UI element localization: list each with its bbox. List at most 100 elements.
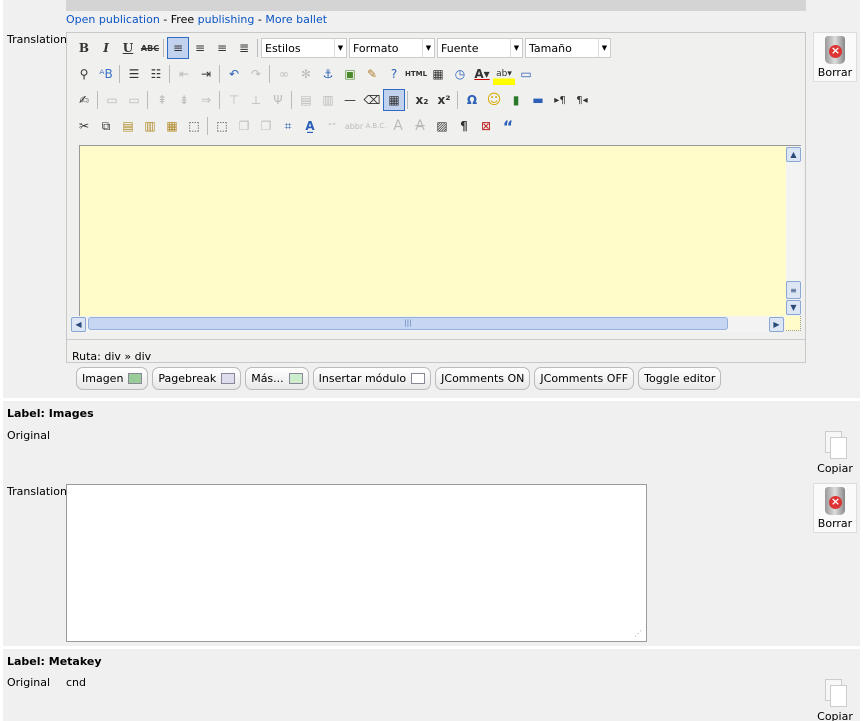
text-color-icon[interactable]: A▾ bbox=[471, 63, 493, 85]
image-button[interactable]: Imagen bbox=[76, 367, 149, 390]
copy-icon[interactable]: ⧉ bbox=[95, 115, 117, 137]
cite-icon[interactable]: “” bbox=[321, 115, 343, 137]
font-select[interactable]: Fuente ▼ bbox=[437, 38, 523, 58]
cleanup-icon[interactable]: ✎ bbox=[361, 63, 383, 85]
layer-props-icon[interactable]: ▭ bbox=[123, 89, 145, 111]
special-char-button[interactable]: Ω bbox=[461, 89, 483, 111]
acronym-icon[interactable]: A.B.C. bbox=[365, 115, 387, 137]
link-icon[interactable]: ∞ bbox=[273, 63, 295, 85]
readmore-button[interactable]: Más... bbox=[245, 367, 309, 390]
insert-module-button[interactable]: Insertar módulo bbox=[312, 367, 432, 390]
nonbreaking-icon[interactable]: ▬ bbox=[527, 89, 549, 111]
align-right-button[interactable]: ≡ bbox=[211, 37, 233, 59]
time-icon[interactable]: ◷ bbox=[449, 63, 471, 85]
strikethrough-button[interactable]: ABC bbox=[139, 37, 161, 59]
indent-icon[interactable]: ⇥ bbox=[195, 63, 217, 85]
resize-grip-icon[interactable]: ⋰ bbox=[634, 629, 644, 639]
attributes-icon[interactable]: ▨ bbox=[431, 115, 453, 137]
cell-props-icon[interactable]: ▥ bbox=[317, 89, 339, 111]
horizontal-scrollbar[interactable]: ◀ ||| ▶ bbox=[71, 316, 785, 332]
find-icon[interactable]: ⚲ bbox=[73, 63, 95, 85]
size-select[interactable]: Tamaño ▼ bbox=[525, 38, 611, 58]
table-icon[interactable]: ▦ bbox=[383, 89, 405, 111]
jcomments-off-button[interactable]: JComments OFF bbox=[534, 367, 635, 390]
link-more-ballet[interactable]: More ballet bbox=[265, 13, 327, 26]
delete-images-button[interactable]: Borrar bbox=[813, 483, 857, 533]
horizontal-rule-icon[interactable]: — bbox=[339, 89, 361, 111]
unlink-icon[interactable]: ✻ bbox=[295, 63, 317, 85]
move-backward-icon[interactable]: ⇟ bbox=[173, 89, 195, 111]
insert-div-icon[interactable]: ❐ bbox=[233, 115, 255, 137]
horizontal-scroll-thumb[interactable]: ||| bbox=[88, 317, 728, 330]
visual-aid-icon[interactable]: ⬚ bbox=[211, 115, 233, 137]
styles-select[interactable]: Estilos ▼ bbox=[261, 38, 347, 58]
scroll-up-icon[interactable]: ▲ bbox=[786, 147, 801, 162]
insertion-icon[interactable]: A bbox=[387, 115, 409, 137]
original-preview-bar bbox=[66, 0, 806, 11]
absolute-icon[interactable]: ⇒ bbox=[195, 89, 217, 111]
edit-css-icon[interactable]: ✍ bbox=[73, 89, 95, 111]
deletion-icon[interactable]: A bbox=[409, 115, 431, 137]
abbr-icon[interactable]: abbr bbox=[343, 115, 365, 137]
show-blocks-button[interactable]: ¶ bbox=[453, 115, 475, 137]
style-props-icon[interactable]: ❐ bbox=[255, 115, 277, 137]
table-props-icon[interactable]: ▤ bbox=[295, 89, 317, 111]
rtl-icon[interactable]: ¶◂ bbox=[571, 89, 593, 111]
undo-icon[interactable]: ↶ bbox=[223, 63, 245, 85]
redo-icon[interactable]: ↷ bbox=[245, 63, 267, 85]
replace-icon[interactable]: ᴬB bbox=[95, 63, 117, 85]
align-justify-button[interactable]: ≣ bbox=[233, 37, 255, 59]
align-left-button[interactable]: ≡ bbox=[167, 37, 189, 59]
insert-row-before-icon[interactable]: ⊤ bbox=[223, 89, 245, 111]
superscript-button[interactable]: x² bbox=[433, 89, 455, 111]
link-open-publication[interactable]: Open publication bbox=[66, 13, 160, 26]
scroll-thumb[interactable]: ≡ bbox=[786, 281, 801, 299]
jcomments-on-button[interactable]: JComments ON bbox=[435, 367, 531, 390]
underline-button[interactable]: U bbox=[117, 37, 139, 59]
outdent-icon[interactable]: ⇤ bbox=[173, 63, 195, 85]
template-icon[interactable]: ⊠ bbox=[475, 115, 497, 137]
highlight-color-icon[interactable]: ab▾ bbox=[493, 63, 515, 85]
image-icon[interactable]: ▣ bbox=[339, 63, 361, 85]
insert-layer-icon[interactable]: ▭ bbox=[101, 89, 123, 111]
bullet-list-icon[interactable]: ☰ bbox=[123, 63, 145, 85]
vertical-scrollbar[interactable]: ▲ ≡ ▼ bbox=[786, 146, 802, 316]
move-forward-icon[interactable]: ⇞ bbox=[151, 89, 173, 111]
ltr-icon[interactable]: ▸¶ bbox=[549, 89, 571, 111]
fullscreen-icon[interactable]: ▭ bbox=[515, 63, 537, 85]
paste-text-icon[interactable]: ▥ bbox=[139, 115, 161, 137]
emoticon-icon[interactable]: ☺ bbox=[483, 89, 505, 111]
format-select[interactable]: Formato ▼ bbox=[349, 38, 435, 58]
toggle-editor-button[interactable]: Toggle editor bbox=[638, 367, 722, 390]
pagebreak-button[interactable]: Pagebreak bbox=[152, 367, 242, 390]
date-icon[interactable]: ▦ bbox=[427, 63, 449, 85]
copy-images-button[interactable]: Copiar bbox=[813, 427, 857, 477]
insert-row-after-icon[interactable]: ⊥ bbox=[245, 89, 267, 111]
bold-button[interactable]: B bbox=[73, 37, 95, 59]
remove-format-icon[interactable]: ⌫ bbox=[361, 89, 383, 111]
blockquote-button[interactable]: “ bbox=[497, 115, 519, 137]
italic-button[interactable]: I bbox=[95, 37, 117, 59]
scroll-down-icon[interactable]: ▼ bbox=[786, 300, 801, 315]
align-center-button[interactable]: ≡ bbox=[189, 37, 211, 59]
copy-metakey-button[interactable]: Copiar bbox=[813, 675, 857, 721]
delete-row-icon[interactable]: Ψ bbox=[267, 89, 289, 111]
html-source-button[interactable]: HTML bbox=[405, 63, 427, 85]
delete-translation-button[interactable]: Borrar bbox=[813, 32, 857, 82]
paste-word-icon[interactable]: ▦ bbox=[161, 115, 183, 137]
numbered-list-icon[interactable]: ☷ bbox=[145, 63, 167, 85]
crop-icon[interactable]: ⌗ bbox=[277, 115, 299, 137]
anchor-icon[interactable]: ⚓ bbox=[317, 63, 339, 85]
cut-icon[interactable]: ✂ bbox=[73, 115, 95, 137]
scroll-left-icon[interactable]: ◀ bbox=[71, 317, 86, 332]
help-icon[interactable]: ? bbox=[383, 63, 405, 85]
link-publishing[interactable]: publishing bbox=[198, 13, 255, 26]
media-icon[interactable]: ▮ bbox=[505, 89, 527, 111]
images-translation-textarea[interactable]: ⋰ bbox=[66, 484, 647, 642]
scroll-right-icon[interactable]: ▶ bbox=[769, 317, 784, 332]
editor-content-area[interactable] bbox=[79, 145, 801, 331]
subscript-button[interactable]: x₂ bbox=[411, 89, 433, 111]
paste-icon[interactable]: ▤ bbox=[117, 115, 139, 137]
styleprops-icon[interactable]: A̲ bbox=[299, 115, 321, 137]
select-all-icon[interactable]: ⬚ bbox=[183, 115, 205, 137]
